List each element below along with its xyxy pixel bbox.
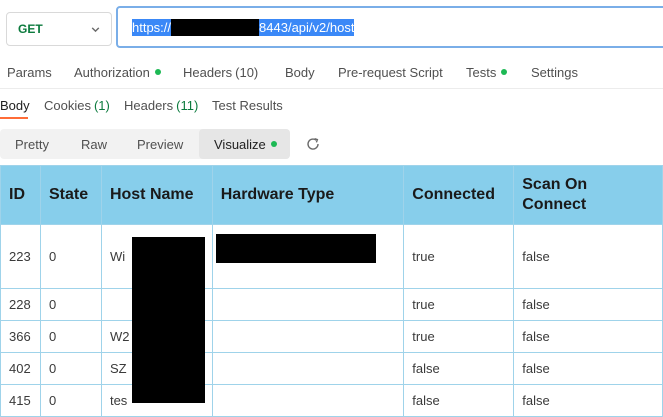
view-mode-pretty[interactable]: Pretty bbox=[15, 129, 49, 159]
url-scheme: https:// bbox=[132, 19, 172, 35]
response-tab-headers[interactable]: Headers (11) bbox=[124, 92, 198, 118]
tab-label: Pre-request Script bbox=[338, 64, 443, 80]
tab-label: Params bbox=[7, 64, 52, 80]
response-tab-cookies[interactable]: Cookies (1) bbox=[44, 92, 110, 118]
column-header-host-name: Host Name bbox=[100, 165, 213, 225]
cell-scan-on-connect: false bbox=[513, 288, 663, 321]
method-select[interactable]: GET bbox=[6, 12, 112, 46]
view-mode-visualize[interactable]: Visualize bbox=[199, 129, 290, 159]
cell-state: 0 bbox=[39, 320, 102, 353]
tab-count: (1) bbox=[93, 97, 110, 113]
tab-label: Cookies bbox=[44, 97, 91, 113]
host-name-redaction bbox=[132, 237, 205, 403]
cell-connected: true bbox=[403, 320, 515, 353]
cell-id: 223 bbox=[0, 224, 41, 289]
tab-label: Body bbox=[285, 64, 315, 80]
cell-scan-on-connect: false bbox=[513, 352, 663, 385]
tab-label: Test Results bbox=[212, 97, 283, 113]
tab-authorization[interactable]: Authorization bbox=[74, 58, 161, 86]
url-selection: https:// 8443/api/v2/host bbox=[132, 18, 355, 36]
divider bbox=[0, 88, 663, 89]
chevron-down-icon bbox=[91, 26, 100, 32]
column-header-state: State bbox=[39, 165, 102, 225]
cell-id: 228 bbox=[0, 288, 41, 321]
cell-state: 0 bbox=[39, 352, 102, 385]
tab-label: Tests bbox=[466, 64, 497, 80]
view-mode-label: Pretty bbox=[15, 136, 49, 152]
cell-id: 366 bbox=[0, 320, 41, 353]
active-tab-underline bbox=[0, 117, 28, 119]
tab-label: Headers bbox=[183, 64, 233, 80]
hardware-type-redaction bbox=[216, 234, 376, 263]
tab-count: (11) bbox=[176, 97, 199, 113]
view-mode-preview[interactable]: Preview bbox=[137, 129, 183, 159]
tab-pre-request-script[interactable]: Pre-request Script bbox=[338, 58, 443, 86]
table-row: 366 0 W2 true false bbox=[0, 320, 663, 353]
tab-body[interactable]: Body bbox=[285, 58, 315, 86]
tab-label: Settings bbox=[531, 64, 578, 80]
cell-scan-on-connect: false bbox=[513, 224, 663, 289]
refresh-icon[interactable] bbox=[305, 136, 321, 152]
tab-tests[interactable]: Tests bbox=[466, 58, 508, 86]
status-dot-icon bbox=[270, 141, 277, 147]
tab-count: (10) bbox=[235, 64, 259, 80]
cell-hardware-type bbox=[211, 352, 405, 385]
tab-settings[interactable]: Settings bbox=[531, 58, 578, 86]
method-label: GET bbox=[18, 22, 43, 36]
url-path: 8443/api/v2/host bbox=[259, 19, 355, 35]
response-tab-body[interactable]: Body bbox=[0, 92, 30, 118]
cell-state: 0 bbox=[39, 288, 102, 321]
table-row: 402 0 SZ false false bbox=[0, 352, 663, 385]
table-row: 228 0 true false bbox=[0, 288, 663, 321]
column-header-hardware-type: Hardware Type bbox=[211, 165, 405, 225]
view-mode-label: Preview bbox=[137, 136, 184, 152]
column-header-scan-on-connect: Scan On Connect bbox=[513, 165, 663, 225]
response-tab-test-results[interactable]: Test Results bbox=[212, 92, 283, 118]
tab-label: Headers bbox=[124, 97, 174, 113]
tab-label: Body bbox=[0, 97, 30, 113]
status-dot-icon bbox=[501, 69, 508, 75]
view-mode-label: Raw bbox=[81, 136, 108, 152]
status-dot-icon bbox=[154, 69, 161, 75]
cell-state: 0 bbox=[39, 224, 102, 289]
view-mode-raw[interactable]: Raw bbox=[81, 129, 107, 159]
cell-connected: true bbox=[403, 288, 515, 321]
cell-scan-on-connect: false bbox=[513, 320, 663, 353]
tab-params[interactable]: Params bbox=[7, 58, 52, 86]
cell-hardware-type bbox=[211, 320, 405, 353]
view-mode-label: Visualize bbox=[214, 136, 266, 152]
host-table: ID State Host Name Hardware Type Connect… bbox=[0, 165, 663, 417]
column-header-connected: Connected bbox=[403, 165, 515, 225]
cell-id: 402 bbox=[0, 352, 41, 385]
url-host-redaction bbox=[171, 18, 260, 36]
cell-connected: false bbox=[403, 352, 515, 385]
cell-hardware-type bbox=[211, 288, 405, 321]
cell-connected: true bbox=[403, 224, 515, 289]
table-header-row: ID State Host Name Hardware Type Connect… bbox=[0, 165, 663, 225]
view-mode-selector: Pretty Raw Preview Visualize bbox=[0, 129, 290, 159]
tab-headers[interactable]: Headers (10) bbox=[183, 58, 258, 86]
tab-label: Authorization bbox=[74, 64, 150, 80]
column-header-id: ID bbox=[0, 165, 41, 225]
request-tabs: Params Authorization Headers (10) Body P… bbox=[0, 58, 663, 86]
url-input[interactable]: https:// 8443/api/v2/host bbox=[116, 6, 663, 48]
